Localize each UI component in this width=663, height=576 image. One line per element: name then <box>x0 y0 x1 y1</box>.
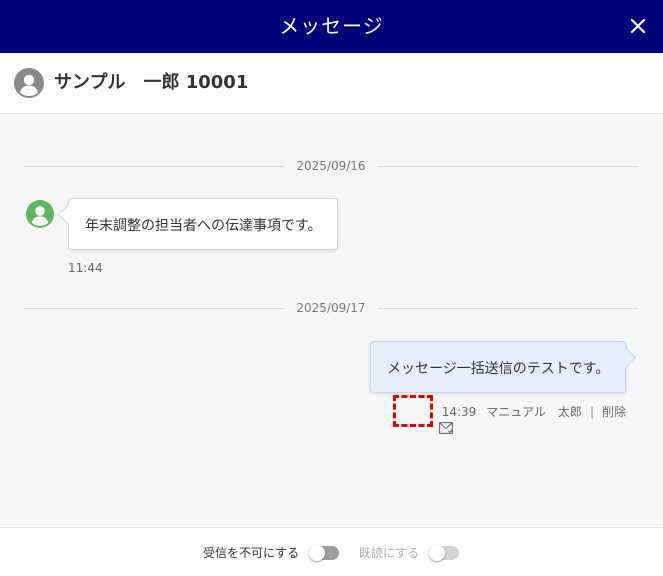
footer-bar: 受信を不可にする 既読にする <box>0 527 663 576</box>
delete-link[interactable]: 削除 <box>602 404 626 420</box>
sender-name: マニュアル 太郎 <box>486 405 582 419</box>
person-avatar-icon <box>14 68 44 98</box>
date-separator: 2025/09/17 <box>24 300 638 316</box>
mark-read-label: 既読にする <box>359 546 420 560</box>
incoming-message-bubble: 年末調整の担当者への伝達事項です。 <box>68 198 338 250</box>
message-text: メッセージ一括送信のテストです。 <box>387 361 610 377</box>
meta-separator: | <box>589 405 594 419</box>
message-meta: 14:39 マニュアル 太郎 | 削除 <box>416 404 626 434</box>
reject-receive-label: 受信を不可にする <box>203 546 300 560</box>
message-text: 年末調整の担当者への伝達事項です。 <box>85 218 322 234</box>
mark-read-toggle[interactable] <box>429 544 460 561</box>
date-separator: 2025/09/16 <box>24 158 638 174</box>
recipient-header: サンプル 一郎 10001 <box>0 53 663 114</box>
close-icon[interactable] <box>627 15 649 37</box>
message-time: 11:44 <box>68 261 103 275</box>
reject-receive-toggle[interactable] <box>309 544 340 561</box>
recipient-name: サンプル 一郎 10001 <box>54 72 249 93</box>
sender-avatar-icon <box>26 200 54 228</box>
reject-receive-option: 受信を不可にする <box>203 544 340 561</box>
message-time: 14:39 <box>441 405 477 419</box>
message-thread[interactable]: 2025/09/16 年末調整の担当者への伝達事項です。 11:44 2025/… <box>0 115 663 527</box>
title-bar: メッセージ <box>0 0 663 53</box>
window-title: メッセージ <box>279 14 384 38</box>
highlight-box <box>393 395 433 427</box>
mark-read-option: 既読にする <box>359 544 460 561</box>
outgoing-message-bubble: メッセージ一括送信のテストです。 <box>370 341 626 393</box>
